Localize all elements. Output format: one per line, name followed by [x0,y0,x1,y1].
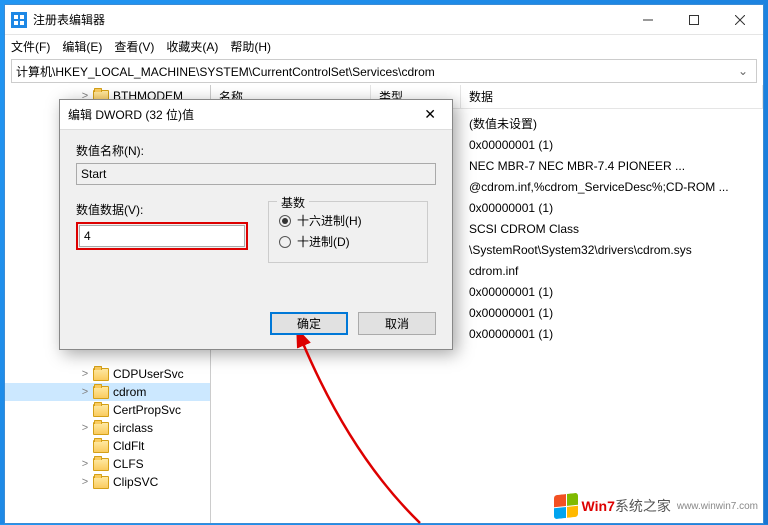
expander-icon[interactable]: > [79,458,91,470]
folder-icon [93,458,109,471]
titlebar: 注册表编辑器 [5,5,763,35]
expander-icon[interactable]: > [79,368,91,380]
cell-data: 0x00000001 (1) [461,201,763,215]
cancel-button[interactable]: 取消 [358,312,436,335]
cell-data: 0x00000001 (1) [461,138,763,152]
menu-help[interactable]: 帮助(H) [230,38,271,55]
address-bar[interactable]: 计算机\HKEY_LOCAL_MACHINE\SYSTEM\CurrentCon… [11,59,757,83]
expander-icon[interactable]: > [79,422,91,434]
tree-item-label: CLFS [113,457,144,471]
window-title: 注册表编辑器 [33,11,625,28]
menubar: 文件(F) 编辑(E) 查看(V) 收藏夹(A) 帮助(H) [5,35,763,57]
cell-data: NEC MBR-7 NEC MBR-7.4 PIONEER ... [461,159,763,173]
value-input-highlight [76,222,248,250]
expander-icon[interactable]: > [79,476,91,488]
maximize-button[interactable] [671,5,717,35]
radix-group: 基数 十六进制(H) 十进制(D) [268,201,428,263]
tree-item-label: circlass [113,421,153,435]
tree-item[interactable]: CertPropSvc [5,401,210,419]
folder-icon [93,404,109,417]
dialog-close-button[interactable]: ✕ [416,102,444,127]
menu-edit[interactable]: 编辑(E) [62,38,102,55]
dialog-title-text: 编辑 DWORD (32 位)值 [68,106,194,123]
name-input[interactable] [76,163,436,185]
cell-data: (数值未设置) [461,115,763,132]
menu-view[interactable]: 查看(V) [114,38,154,55]
tree-item-label: CDPUserSvc [113,367,184,381]
radio-hex-label: 十六进制(H) [297,212,362,229]
watermark-url: www.winwin7.com [677,501,758,512]
radio-dec-label: 十进制(D) [297,233,350,250]
app-icon [11,12,27,28]
address-path: 计算机\HKEY_LOCAL_MACHINE\SYSTEM\CurrentCon… [16,63,435,80]
col-data[interactable]: 数据 [461,85,763,108]
radix-legend: 基数 [277,194,309,211]
folder-icon [93,476,109,489]
dialog-titlebar: 编辑 DWORD (32 位)值 ✕ [60,100,452,130]
ok-button[interactable]: 确定 [270,312,348,335]
watermark: Win7系统之家 www.winwin7.com [554,494,758,518]
close-button[interactable] [717,5,763,35]
menu-favorites[interactable]: 收藏夹(A) [166,38,218,55]
folder-icon [93,440,109,453]
tree-item-label: CertPropSvc [113,403,181,417]
tree-item[interactable]: > ClipSVC [5,473,210,491]
windows-logo-icon [554,493,578,520]
chevron-down-icon[interactable]: ⌄ [734,64,752,78]
name-label: 数值名称(N): [76,142,436,159]
menu-file[interactable]: 文件(F) [11,38,50,55]
dialog-buttons: 确定 取消 [60,312,452,349]
radio-hex[interactable]: 十六进制(H) [279,212,417,229]
tree-item-cdrom[interactable]: > cdrom [5,383,210,401]
watermark-brand-prefix: Win7 [582,498,615,514]
cell-data: 0x00000001 (1) [461,285,763,299]
dialog-body: 数值名称(N): 数值数据(V): 基数 十六进制(H) 十进制(D) [60,130,452,312]
tree-item[interactable]: > CLFS [5,455,210,473]
edit-dword-dialog: 编辑 DWORD (32 位)值 ✕ 数值名称(N): 数值数据(V): 基数 … [59,99,453,350]
folder-icon [93,368,109,381]
cell-data: SCSI CDROM Class [461,222,763,236]
value-label: 数值数据(V): [76,201,248,218]
radio-icon [279,236,291,248]
radio-icon [279,215,291,227]
cell-data: 0x00000001 (1) [461,306,763,320]
cell-data: cdrom.inf [461,264,763,278]
tree-item[interactable]: > CDPUserSvc [5,365,210,383]
tree-item-label: ClipSVC [113,475,158,489]
watermark-brand-suffix: 系统之家 [615,498,671,514]
cell-data: \SystemRoot\System32\drivers\cdrom.sys [461,243,763,257]
cell-data: @cdrom.inf,%cdrom_ServiceDesc%;CD-ROM ..… [461,180,763,194]
value-input[interactable] [79,225,245,247]
folder-icon [93,386,109,399]
tree-item-label: CldFlt [113,439,144,453]
minimize-button[interactable] [625,5,671,35]
window-controls [625,5,763,35]
expander-icon[interactable]: > [79,386,91,398]
folder-icon [93,422,109,435]
tree-item[interactable]: CldFlt [5,437,210,455]
radio-dec[interactable]: 十进制(D) [279,233,417,250]
cell-data: 0x00000001 (1) [461,327,763,341]
tree-item-label: cdrom [113,385,146,399]
tree-item[interactable]: > circlass [5,419,210,437]
